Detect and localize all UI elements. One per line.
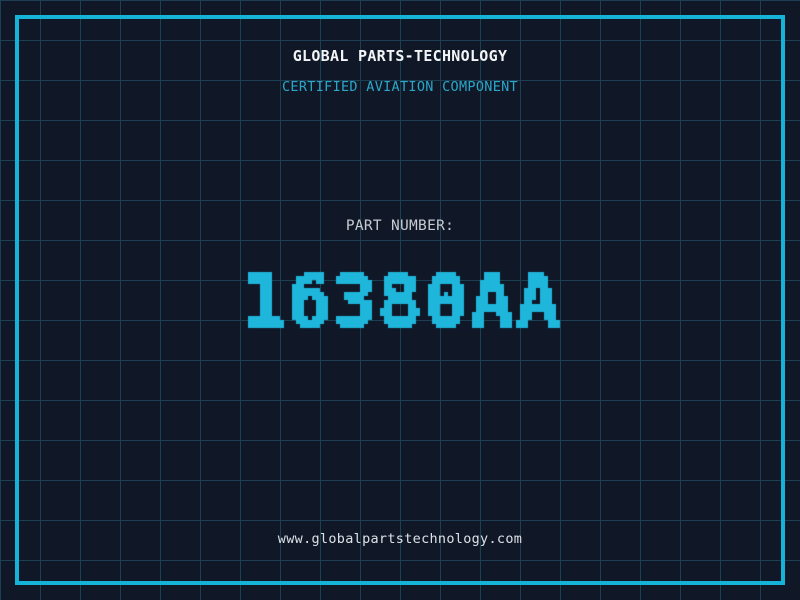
part-certificate-page: GLOBAL PARTS-TECHNOLOGY CERTIFIED AVIATI… [0, 0, 800, 600]
part-number-label: PART NUMBER: [345, 218, 455, 234]
company-title: GLOBAL PARTS-TECHNOLOGY [292, 47, 508, 65]
certification-subtitle: CERTIFIED AVIATION COMPONENT [282, 79, 518, 95]
website-url: www.globalpartstechnology.com [277, 531, 523, 547]
part-number-display [200, 248, 600, 352]
